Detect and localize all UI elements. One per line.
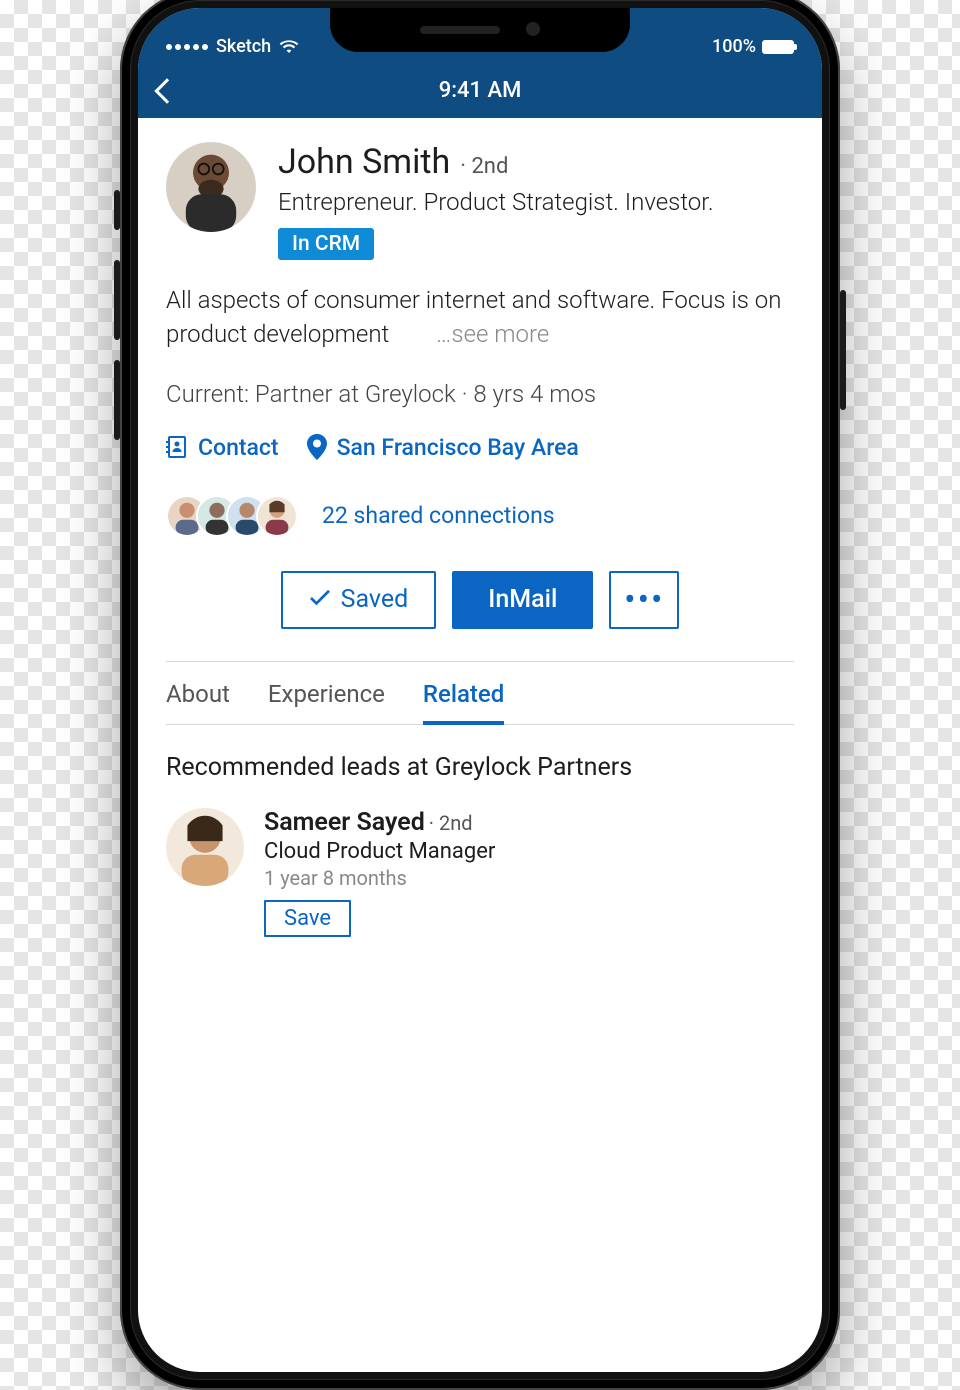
lead-save-button[interactable]: Save (264, 900, 351, 937)
location-pin-icon (307, 434, 327, 460)
profile-name: John Smith (278, 142, 450, 182)
carrier-label: Sketch (216, 36, 271, 57)
tab-related[interactable]: Related (423, 662, 504, 724)
profile-avatar[interactable] (166, 142, 256, 232)
location-link[interactable]: San Francisco Bay Area (307, 434, 579, 461)
saved-button[interactable]: Saved (281, 571, 437, 629)
inmail-button[interactable]: InMail (452, 571, 593, 629)
tab-experience[interactable]: Experience (268, 662, 385, 724)
lead-card[interactable]: Sameer Sayed · 2nd Cloud Product Manager… (166, 808, 794, 937)
contact-card-icon (166, 435, 188, 459)
profile-summary: All aspects of consumer internet and sof… (166, 284, 794, 351)
action-row: Saved InMail ••• (166, 571, 794, 629)
current-position: Current: Partner at Greylock · 8 yrs 4 m… (166, 380, 794, 408)
back-icon[interactable] (154, 78, 179, 103)
recommended-heading: Recommended leads at Greylock Partners (166, 753, 794, 782)
profile-tabs: About Experience Related (166, 661, 794, 725)
battery-icon (762, 40, 794, 54)
signal-dots-icon (166, 44, 208, 50)
contact-link[interactable]: Contact (166, 434, 279, 461)
shared-connections-label: 22 shared connections (322, 502, 555, 529)
facepile (166, 495, 298, 537)
profile-header: John Smith · 2nd Entrepreneur. Product S… (166, 142, 794, 260)
lead-avatar (166, 808, 244, 886)
more-button[interactable]: ••• (609, 571, 679, 629)
lead-degree: · 2nd (429, 811, 473, 835)
battery-percent: 100% (712, 36, 756, 57)
see-more-link[interactable]: …see more (436, 320, 549, 348)
wifi-icon (279, 37, 299, 58)
lead-tenure: 1 year 8 months (264, 866, 495, 890)
tab-about[interactable]: About (166, 662, 230, 724)
phone-frame: Sketch 100% 9:41 AM (120, 0, 840, 1390)
crm-badge[interactable]: In CRM (278, 228, 374, 260)
shared-connections[interactable]: 22 shared connections (166, 495, 794, 537)
lead-name: Sameer Sayed (264, 808, 425, 837)
check-icon (309, 585, 331, 614)
nav-time: 9:41 AM (439, 78, 522, 103)
nav-bar: 9:41 AM (138, 63, 822, 118)
connection-degree: · 2nd (460, 154, 508, 179)
device-notch (330, 8, 630, 52)
lead-role: Cloud Product Manager (264, 839, 495, 864)
profile-headline: Entrepreneur. Product Strategist. Invest… (278, 186, 794, 218)
